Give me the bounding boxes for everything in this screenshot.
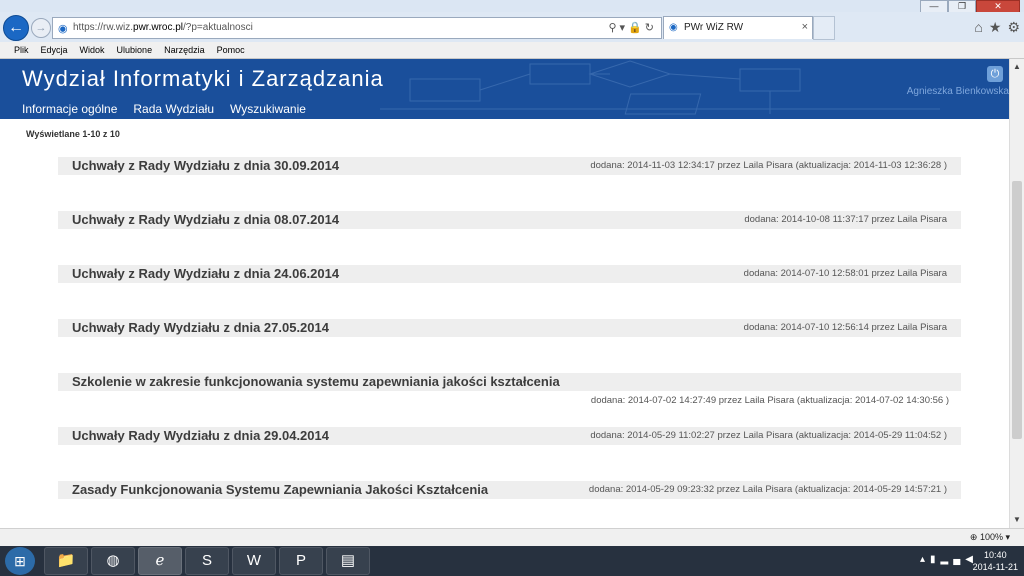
item-meta: dodana: 2014-10-08 11:37:17 przez Laila … (744, 214, 947, 225)
address-tools: ⚲▾🔒↻ (608, 21, 657, 34)
list-item: Uchwały Rady Wydziału z dnia 27.05.2014 … (58, 319, 961, 337)
list-item: Uchwały z Rady Wydziału z dnia 08.07.201… (58, 211, 961, 229)
address-bar[interactable]: ◉ https://rw.wiz.pwr.wroc.pl/?p=aktualno… (52, 17, 662, 39)
list-item: Szkolenie w zakresie funkcjonowania syst… (58, 373, 961, 391)
user-name[interactable]: Agnieszka Bienkowska (907, 86, 1009, 97)
list-item: Uchwały Rady Wydziału z dnia 29.04.2014 … (58, 427, 961, 445)
star-icon[interactable]: ★ (989, 19, 1002, 36)
windows-taskbar: ⊞ 📁 ◍ ℯ S W P ▤ ▴▮▂▄◀ 10:40 2014-11-21 (0, 546, 1024, 576)
url-prefix: https://rw.wiz. (73, 22, 134, 33)
file-explorer-icon[interactable]: 📁 (44, 547, 88, 575)
item-meta: dodana: 2014-05-29 11:02:27 przez Laila … (590, 430, 947, 441)
nav-wyszukiwanie[interactable]: Wyszukiwanie (230, 102, 306, 116)
internet-explorer-icon[interactable]: ℯ (138, 547, 182, 575)
item-meta: dodana: 2014-07-10 12:56:14 przez Laila … (743, 322, 947, 333)
menu-pomoc[interactable]: Pomoc (211, 42, 251, 58)
clock-time: 10:40 (984, 550, 1007, 560)
site-navigation: Informacje ogólne Rada Wydziału Wyszukiw… (22, 102, 306, 116)
scrollbar-thumb[interactable] (1012, 181, 1022, 439)
skype-icon[interactable]: S (185, 547, 229, 575)
item-meta: dodana: 2014-07-02 14:27:49 przez Laila … (590, 395, 949, 406)
news-list: Wyświetlane 1-10 z 10 Uchwały z Rady Wyd… (0, 119, 1009, 528)
item-title-link[interactable]: Uchwały Rady Wydziału z dnia 29.04.2014 (72, 428, 329, 443)
menu-widok[interactable]: Widok (74, 42, 111, 58)
header-decoration (380, 60, 940, 115)
lock-icon[interactable]: 🔒 (628, 22, 645, 34)
vertical-scrollbar[interactable]: ▲ ▼ (1009, 59, 1024, 528)
site-header: Wydział Informatyki i Zarządzania Inform… (0, 59, 1009, 119)
gear-icon[interactable]: ⚙ (1007, 19, 1020, 36)
tab-title: PWr WiZ RW (684, 22, 744, 33)
tray-device-icon[interactable]: ▮ (930, 554, 941, 565)
zoom-value: 100% (979, 532, 1003, 542)
refresh-icon[interactable]: ↻ (645, 22, 657, 34)
menu-narzedzia[interactable]: Narzędzia (158, 42, 211, 58)
item-title-link[interactable]: Uchwały z Rady Wydziału z dnia 30.09.201… (72, 158, 339, 173)
word-icon[interactable]: W (232, 547, 276, 575)
item-title-link[interactable]: Uchwały z Rady Wydziału z dnia 24.06.201… (72, 266, 339, 281)
clock-date: 2014-11-21 (972, 562, 1018, 572)
new-tab-button[interactable] (813, 16, 835, 40)
site-favicon-icon: ◉ (58, 23, 68, 35)
window-title-bar: — ❐ ✕ (0, 0, 1024, 14)
back-arrow-icon[interactable]: ← (3, 15, 29, 41)
address-url[interactable]: https://rw.wiz.pwr.wroc.pl/?p=aktualnosc… (73, 22, 253, 33)
browser-navigation-bar: ← → ◉ https://rw.wiz.pwr.wroc.pl/?p=aktu… (0, 12, 1024, 42)
tab-close-icon[interactable]: × (802, 21, 808, 33)
item-meta: dodana: 2014-11-03 12:34:17 przez Laila … (590, 160, 947, 171)
list-item: Zasady Funkcjonowania Systemu Zapewniani… (58, 481, 961, 499)
nav-rada-wydzialu[interactable]: Rada Wydziału (133, 102, 214, 116)
site-title: Wydział Informatyki i Zarządzania (22, 66, 384, 91)
firefox-icon[interactable]: ◍ (91, 547, 135, 575)
url-domain: pwr.wroc.pl (133, 22, 184, 33)
search-icon[interactable]: ⚲ (608, 22, 619, 34)
item-title-link[interactable]: Zasady Funkcjonowania Systemu Zapewniani… (72, 482, 488, 497)
menu-plik[interactable]: Plik (0, 42, 35, 58)
windows-start-icon[interactable]: ⊞ (5, 547, 35, 575)
pdf-icon[interactable]: ▤ (326, 547, 370, 575)
item-title-link[interactable]: Szkolenie w zakresie funkcjonowania syst… (72, 374, 560, 389)
clock[interactable]: 10:40 2014-11-21 (973, 549, 1018, 573)
zoom-icon: ⊕ (969, 532, 978, 542)
network-icon[interactable]: ▂▄ (941, 554, 966, 565)
system-tray: ▴▮▂▄◀ (920, 554, 978, 565)
menu-ulubione[interactable]: Ulubione (111, 42, 159, 58)
forward-arrow-icon[interactable]: → (31, 18, 51, 38)
list-item: Uchwały z Rady Wydziału z dnia 30.09.201… (58, 157, 961, 175)
item-meta: dodana: 2014-07-10 12:58:01 przez Laila … (743, 268, 947, 279)
scroll-down-icon[interactable]: ▼ (1010, 512, 1024, 528)
item-title-link[interactable]: Uchwały z Rady Wydziału z dnia 08.07.201… (72, 212, 339, 227)
tray-arrow-icon[interactable]: ▴ (920, 554, 930, 565)
zoom-level[interactable]: ⊕ 100% ▾ (970, 532, 1010, 543)
dropdown-arrow-icon[interactable]: ▾ (620, 22, 629, 34)
url-path: /?p=aktualnosci (183, 22, 253, 33)
browser-status-bar: ⊕ 100% ▾ (0, 528, 1024, 547)
power-icon[interactable]: ⏻ (987, 66, 1003, 82)
item-title-link[interactable]: Uchwały Rady Wydziału z dnia 27.05.2014 (72, 320, 329, 335)
home-icon[interactable]: ⌂ (974, 19, 982, 36)
powerpoint-icon[interactable]: P (279, 547, 323, 575)
item-meta: dodana: 2014-05-29 09:23:32 przez Laila … (588, 484, 947, 495)
list-item: Uchwały z Rady Wydziału z dnia 24.06.201… (58, 265, 961, 283)
browser-tab[interactable]: ◉ PWr WiZ RW × (663, 16, 813, 39)
tab-favicon-icon: ◉ (669, 22, 678, 33)
window-controls: — ❐ ✕ (920, 0, 1020, 14)
scroll-up-icon[interactable]: ▲ (1010, 59, 1024, 75)
menu-edycja[interactable]: Edycja (35, 42, 74, 58)
results-count: Wyświetlane 1-10 z 10 (26, 129, 120, 139)
nav-informacje-ogolne[interactable]: Informacje ogólne (22, 102, 117, 116)
menu-bar: Plik Edycja Widok Ulubione Narzędzia Pom… (0, 42, 1024, 59)
browser-toolbar-icons: ⌂ ★ ⚙ (974, 19, 1020, 36)
